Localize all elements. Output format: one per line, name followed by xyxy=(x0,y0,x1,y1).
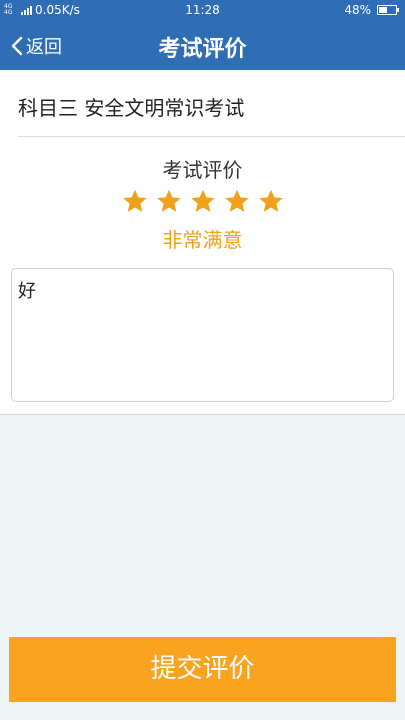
status-right: 48% xyxy=(344,3,399,17)
status-bar: 4G 4G 0.05K/s 11:28 48% xyxy=(0,0,405,20)
star-rating[interactable] xyxy=(0,188,405,214)
nav-bar: 返回 考试评价 xyxy=(0,20,405,70)
submit-button[interactable]: 提交评价 xyxy=(9,637,396,702)
battery-percent: 48% xyxy=(344,3,371,17)
page-title: 考试评价 xyxy=(158,37,247,62)
star-icon[interactable] xyxy=(190,188,216,214)
star-icon[interactable] xyxy=(122,188,148,214)
rating-label: 非常满意 xyxy=(162,228,243,252)
evaluation-panel: 科目三 安全文明常识考试 考试评价 非常满意 xyxy=(0,70,405,415)
exam-name: 科目三 安全文明常识考试 xyxy=(18,96,245,120)
rating-title: 考试评价 xyxy=(162,158,243,182)
star-icon[interactable] xyxy=(156,188,182,214)
divider xyxy=(18,136,405,137)
comment-input[interactable] xyxy=(11,268,394,402)
battery-icon xyxy=(377,5,399,15)
star-icon[interactable] xyxy=(224,188,250,214)
star-icon[interactable] xyxy=(258,188,284,214)
